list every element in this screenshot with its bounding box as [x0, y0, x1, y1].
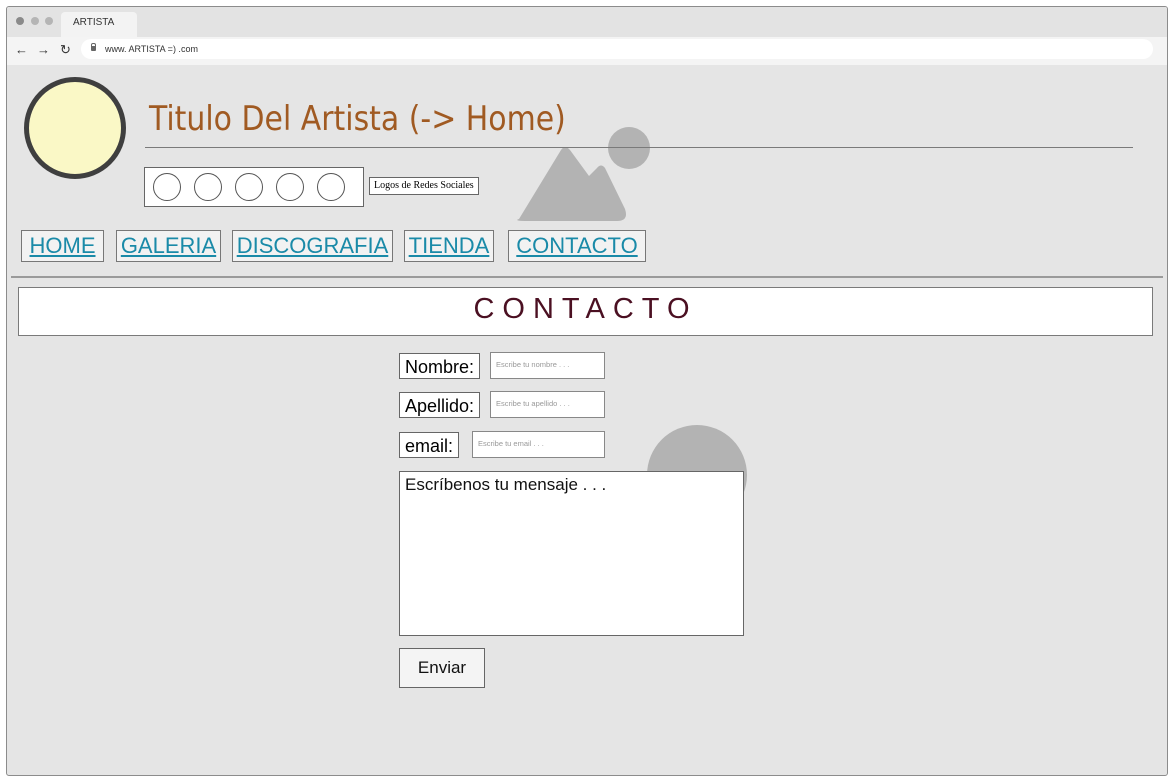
- social-logo-icon[interactable]: [235, 173, 263, 201]
- send-button[interactable]: Enviar: [399, 648, 485, 688]
- social-logos-label: Logos de Redes Sociales: [369, 177, 479, 195]
- social-logo-icon[interactable]: [317, 173, 345, 201]
- window-minimize-dot[interactable]: [31, 17, 39, 25]
- message-textarea[interactable]: Escríbenos tu mensaje . . .: [399, 471, 744, 636]
- site-title-link[interactable]: Titulo Del Artista (-> Home): [149, 99, 566, 139]
- lastname-label: Apellido:: [399, 392, 481, 418]
- title-divider: [145, 147, 1133, 148]
- browser-tab[interactable]: ARTISTA: [61, 12, 137, 37]
- name-input[interactable]: Escribe tu nombre . . .: [490, 352, 605, 379]
- address-bar[interactable]: www. ARTISTA =) .com: [81, 39, 1153, 59]
- forward-arrow-icon[interactable]: →: [37, 42, 50, 58]
- back-arrow-icon[interactable]: ←: [15, 42, 28, 58]
- nav-divider: [11, 276, 1163, 278]
- reload-icon[interactable]: ↻: [60, 42, 71, 58]
- page-content: Titulo Del Artista (-> Home) Logos de Re…: [7, 65, 1167, 775]
- nav-contacto[interactable]: CONTACTO: [508, 230, 646, 262]
- browser-window: ARTISTA ← → ↻ www. ARTISTA =) .com Titul…: [6, 6, 1168, 776]
- address-row: ← → ↻ www. ARTISTA =) .com: [7, 37, 1167, 65]
- email-input[interactable]: Escribe tu email . . .: [472, 431, 605, 458]
- nav-tienda[interactable]: TIENDA: [404, 230, 494, 262]
- browser-titlebar: ARTISTA: [7, 7, 1167, 37]
- lastname-input[interactable]: Escribe tu apellido . . .: [490, 391, 605, 418]
- section-title: CONTACTO: [18, 287, 1153, 336]
- social-logo-icon[interactable]: [153, 173, 181, 201]
- image-placeholder-icon: [517, 127, 650, 221]
- window-maximize-dot[interactable]: [45, 17, 53, 25]
- lock-icon: [91, 43, 96, 51]
- url-text: www. ARTISTA =) .com: [105, 44, 198, 54]
- email-label: email:: [399, 432, 460, 458]
- nav-discografia[interactable]: DISCOGRAFIA: [232, 230, 393, 262]
- artist-avatar: [24, 77, 126, 179]
- social-logo-icon[interactable]: [276, 173, 304, 201]
- social-logo-icon[interactable]: [194, 173, 222, 201]
- social-links-box: [144, 167, 364, 207]
- window-close-dot[interactable]: [16, 17, 24, 25]
- nav-home[interactable]: HOME: [21, 230, 104, 262]
- nav-galeria[interactable]: GALERIA: [116, 230, 221, 262]
- name-label: Nombre:: [399, 353, 481, 379]
